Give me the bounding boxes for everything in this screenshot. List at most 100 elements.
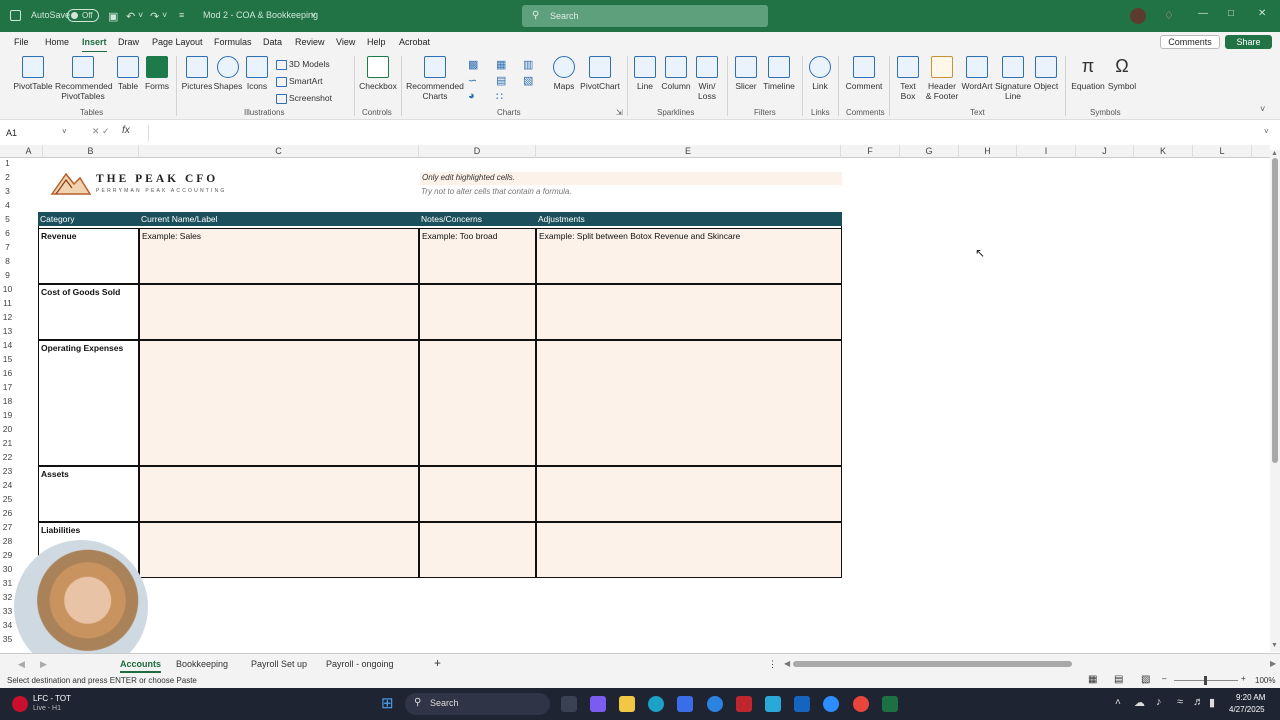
scatter-chart-icon[interactable]: ∷: [496, 90, 503, 103]
row-header-25[interactable]: 25: [0, 494, 15, 508]
tab-split-handle-icon[interactable]: ⋮: [768, 659, 777, 670]
row-header-15[interactable]: 15: [0, 354, 15, 368]
prev-sheet-icon[interactable]: ◀: [18, 659, 25, 670]
insert-function-icon[interactable]: fx: [122, 125, 130, 136]
shapes-button[interactable]: Shapes: [213, 56, 243, 91]
store-icon[interactable]: [677, 696, 693, 712]
text-box-button[interactable]: Text Box: [895, 56, 921, 101]
tab-help[interactable]: Help: [367, 37, 386, 47]
column-header-i[interactable]: I: [1017, 145, 1076, 158]
widget-title[interactable]: LFC - TOT: [33, 694, 71, 703]
recommended-pivottables-button[interactable]: Recommended PivotTables: [55, 56, 113, 101]
row-header-1[interactable]: 1: [0, 158, 15, 172]
row-header-10[interactable]: 10: [0, 284, 15, 298]
vertical-scrollbar-thumb[interactable]: [1272, 158, 1278, 463]
row-header-29[interactable]: 29: [0, 550, 15, 564]
collapse-ribbon-icon[interactable]: ˅: [1260, 104, 1265, 114]
avatar[interactable]: [1130, 8, 1146, 24]
symbol-button[interactable]: Ω Symbol: [1106, 56, 1138, 91]
page-break-view-icon[interactable]: ▧: [1141, 674, 1150, 685]
editable-cell[interactable]: [139, 466, 419, 522]
tab-acrobat[interactable]: Acrobat: [399, 37, 430, 47]
row-header-13[interactable]: 13: [0, 326, 15, 340]
row-header-21[interactable]: 21: [0, 438, 15, 452]
row-header-35[interactable]: 35: [0, 634, 15, 648]
slicer-button[interactable]: Slicer: [732, 56, 760, 91]
share-button[interactable]: Share: [1225, 35, 1272, 49]
pivotchart-button[interactable]: PivotChart: [578, 56, 622, 91]
forms-button[interactable]: Forms: [143, 56, 171, 91]
row-header-22[interactable]: 22: [0, 452, 15, 466]
outlook-icon[interactable]: [794, 696, 810, 712]
save-icon[interactable]: ▣: [108, 10, 118, 23]
row-header-32[interactable]: 32: [0, 592, 15, 606]
editable-cell[interactable]: [536, 284, 842, 340]
editable-cell[interactable]: [419, 340, 536, 466]
document-title[interactable]: Mod 2 - COA & Bookkeeping: [203, 10, 318, 20]
tray-chevron-icon[interactable]: ˄: [1115, 697, 1121, 708]
tab-data[interactable]: Data: [263, 37, 282, 47]
row-header-14[interactable]: 14: [0, 340, 15, 354]
line-chart-icon[interactable]: ∽: [468, 74, 477, 87]
charts-dialog-launcher-icon[interactable]: ⇲: [616, 108, 623, 117]
battery-icon[interactable]: ▮: [1209, 696, 1215, 709]
row-header-7[interactable]: 7: [0, 242, 15, 256]
tab-draw[interactable]: Draw: [118, 37, 139, 47]
zoom-level[interactable]: 100%: [1255, 676, 1275, 685]
row-header-33[interactable]: 33: [0, 606, 15, 620]
minimize-icon[interactable]: —: [1198, 8, 1208, 19]
hscroll-left-icon[interactable]: ◀: [784, 659, 790, 668]
signature-line-button[interactable]: Signature Line: [995, 56, 1031, 101]
column-header-b[interactable]: B: [43, 145, 139, 158]
link-button[interactable]: Link: [806, 56, 834, 91]
pivottable-button[interactable]: PivotTable: [12, 56, 54, 91]
row-header-23[interactable]: 23: [0, 466, 15, 480]
editable-cell[interactable]: [536, 466, 842, 522]
chrome-icon[interactable]: [853, 696, 869, 712]
search-input[interactable]: ⚲ Search: [522, 5, 768, 27]
copilot-diamond-icon[interactable]: ♢: [1164, 9, 1174, 22]
mcafee-icon[interactable]: [736, 696, 752, 712]
row-header-27[interactable]: 27: [0, 522, 15, 536]
editable-cell[interactable]: [419, 466, 536, 522]
windows-start-icon[interactable]: ⊞: [381, 696, 394, 712]
tab-home[interactable]: Home: [45, 37, 69, 47]
wordart-button[interactable]: WordArt: [960, 56, 994, 91]
vscroll-up-icon[interactable]: ▲: [1271, 150, 1278, 157]
row-header-19[interactable]: 19: [0, 410, 15, 424]
tab-review[interactable]: Review: [295, 37, 325, 47]
column-chart-icon[interactable]: ▩: [468, 58, 478, 71]
row-header-2[interactable]: 2: [0, 172, 15, 186]
normal-view-icon[interactable]: ▦: [1088, 674, 1097, 685]
row-header-20[interactable]: 20: [0, 424, 15, 438]
header-footer-button[interactable]: Header & Footer: [924, 56, 960, 101]
row-header-18[interactable]: 18: [0, 396, 15, 410]
editable-cell[interactable]: [536, 340, 842, 466]
edge-icon[interactable]: [648, 696, 664, 712]
checkbox-button[interactable]: Checkbox: [358, 56, 398, 91]
table-header-category[interactable]: Category: [40, 214, 75, 224]
clock-time[interactable]: 9:20 AM: [1236, 693, 1265, 702]
sparkline-column-button[interactable]: Column: [660, 56, 692, 91]
undo-dropdown-icon[interactable]: ˅: [138, 10, 143, 20]
worksheet-grid[interactable]: THE PEAK CFO PERRYMAN PEAK ACCOUNTING On…: [15, 158, 1270, 652]
hscroll-right-icon[interactable]: ▶: [1270, 659, 1276, 668]
horizontal-scrollbar-thumb[interactable]: [793, 661, 1072, 667]
zoom-in-icon[interactable]: +: [1241, 674, 1246, 683]
tab-insert[interactable]: Insert: [82, 37, 107, 53]
clock-date[interactable]: 4/27/2025: [1229, 705, 1265, 714]
new-comment-button[interactable]: Comment: [843, 56, 885, 91]
close-icon[interactable]: ✕: [1258, 8, 1266, 19]
row-header-4[interactable]: 4: [0, 200, 15, 214]
lfc-crest-icon[interactable]: [12, 696, 28, 712]
table-button[interactable]: Table: [114, 56, 142, 91]
column-header-c[interactable]: C: [139, 145, 419, 158]
column-header-j[interactable]: J: [1076, 145, 1134, 158]
row-header-30[interactable]: 30: [0, 564, 15, 578]
sheet-tab-payroll-ongoing[interactable]: Payroll - ongoing: [326, 659, 394, 669]
category-cell[interactable]: [38, 340, 139, 466]
row-header-26[interactable]: 26: [0, 508, 15, 522]
tab-formulas[interactable]: Formulas: [214, 37, 252, 47]
file-explorer-icon[interactable]: [619, 696, 635, 712]
add-sheet-button[interactable]: +: [434, 656, 441, 670]
